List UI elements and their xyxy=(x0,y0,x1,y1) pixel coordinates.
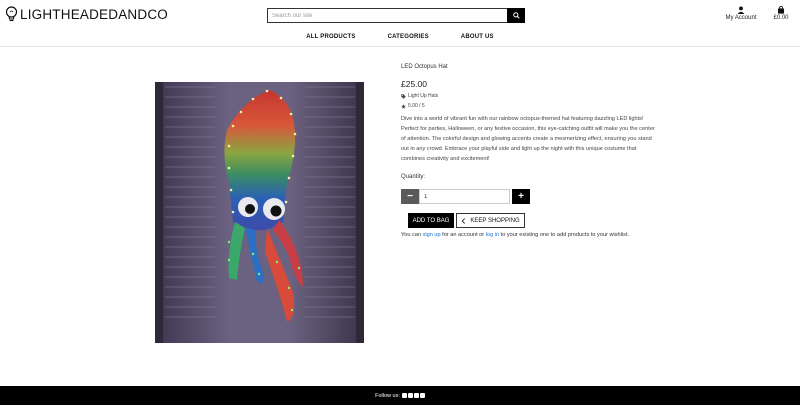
my-account-label: My Account xyxy=(725,15,757,21)
shopping-bag-link[interactable]: £0.00 xyxy=(768,6,794,21)
shopping-bag-icon xyxy=(777,6,785,14)
star-icon xyxy=(401,103,406,109)
brand-logo[interactable]: LIGHTHEADEDANDCO xyxy=(5,6,168,22)
footer: Follow us: xyxy=(0,386,800,405)
keep-shopping-button[interactable]: KEEP SHOPPING xyxy=(456,213,525,228)
bag-total: £0.00 xyxy=(773,15,789,21)
social-links xyxy=(401,393,425,398)
product-price: £25.00 xyxy=(401,79,427,89)
product-details: LED Octopus Hat £25.00 Light Up Hats 5.0… xyxy=(401,64,661,165)
search-icon xyxy=(512,12,520,19)
twitter-icon[interactable] xyxy=(407,393,413,398)
product-name: LED Octopus Hat xyxy=(401,64,448,70)
product-rating: 5.00 / 5 xyxy=(401,103,661,109)
product-category[interactable]: Light Up Hats xyxy=(401,93,661,99)
product-image xyxy=(155,82,364,343)
add-to-bag-button[interactable]: ADD TO BAG xyxy=(408,213,454,228)
note-prefix: You can xyxy=(401,232,423,238)
youtube-icon[interactable] xyxy=(419,393,425,398)
note-suffix: to your existing one to add products to … xyxy=(499,232,630,238)
brand-name: LIGHTHEADEDANDCO xyxy=(20,6,168,22)
note-middle: for an account or xyxy=(440,232,486,238)
quantity-label: Quantity: xyxy=(401,174,426,180)
user-icon xyxy=(737,6,745,14)
search-input[interactable] xyxy=(267,8,507,23)
instagram-icon[interactable] xyxy=(413,393,419,398)
follow-us-label: Follow us: xyxy=(375,392,400,399)
nav-all-products[interactable]: ALL PRODUCTS xyxy=(290,34,371,40)
keep-shopping-label: KEEP SHOPPING xyxy=(470,217,520,224)
decrement-button[interactable]: − xyxy=(401,189,419,204)
chevron-left-icon xyxy=(462,217,466,224)
main-nav: ALL PRODUCTS CATEGORIES ABOUT US xyxy=(0,34,800,40)
nav-about-us[interactable]: ABOUT US xyxy=(445,34,510,40)
minus-icon: − xyxy=(407,191,413,202)
log-in-link[interactable]: log in xyxy=(486,232,499,238)
product-description: Dive into a world of vibrant fun with ou… xyxy=(401,116,655,162)
my-account-link[interactable]: My Account xyxy=(722,6,760,21)
facebook-icon[interactable] xyxy=(401,393,407,398)
quantity-stepper: − + xyxy=(401,189,530,204)
search-button[interactable] xyxy=(507,8,525,23)
search-bar xyxy=(267,8,525,23)
wishlist-signin-note: You can sign up for an account or log in… xyxy=(401,232,629,238)
sign-up-link[interactable]: sign up xyxy=(423,232,441,238)
action-buttons: ADD TO BAG KEEP SHOPPING xyxy=(408,213,525,228)
quantity-input[interactable] xyxy=(419,189,510,204)
increment-button[interactable]: + xyxy=(512,189,530,204)
lightbulb-icon xyxy=(5,6,18,22)
tag-icon xyxy=(401,93,406,99)
rating-value: 5.00 / 5 xyxy=(408,103,425,109)
category-label: Light Up Hats xyxy=(408,93,439,99)
octopus-hat-photo xyxy=(155,82,364,343)
header-divider xyxy=(0,46,800,47)
plus-icon: + xyxy=(518,191,524,202)
nav-categories[interactable]: CATEGORIES xyxy=(372,34,445,40)
